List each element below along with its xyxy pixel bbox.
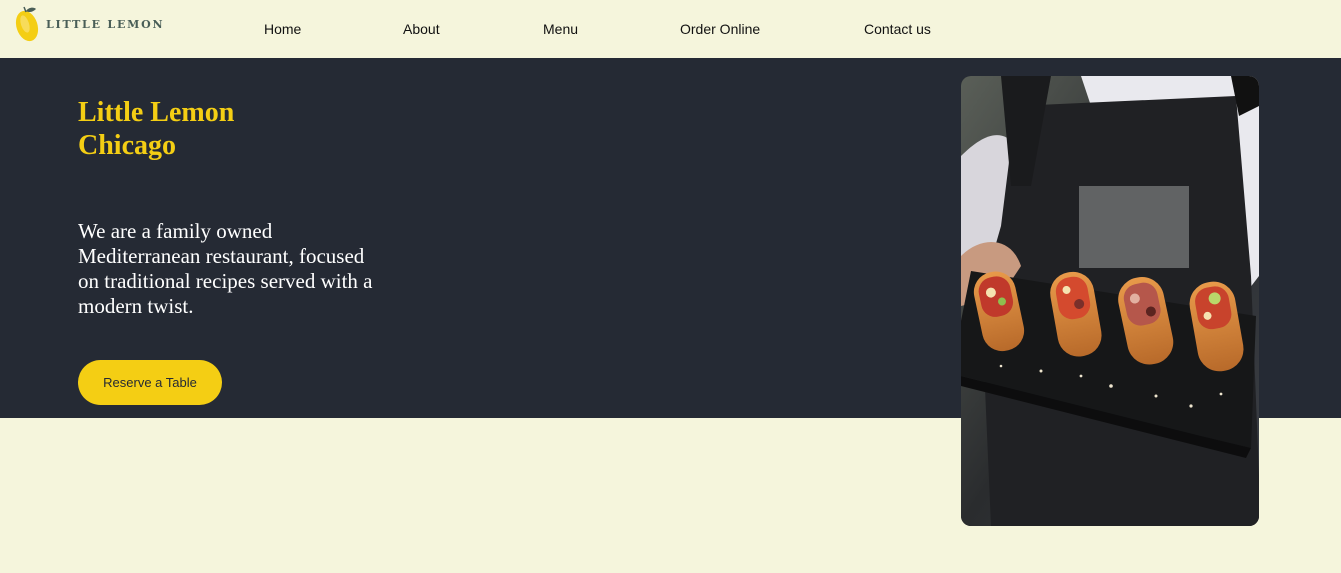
hero-title-restaurant: Little Lemon — [78, 97, 235, 128]
nav-about-link[interactable]: About — [403, 21, 440, 37]
nav-contact-us-link[interactable]: Contact us — [864, 21, 931, 37]
nav-order-online-link[interactable]: Order Online — [680, 21, 760, 37]
brand-name: LITTLE LEMON — [46, 17, 165, 31]
site-header: LITTLE LEMON Home About Menu Order Onlin… — [0, 0, 1341, 58]
nav-home-link[interactable]: Home — [264, 21, 301, 37]
hero-food-image — [961, 76, 1259, 526]
hero-title-city: Chicago — [78, 130, 176, 161]
lemon-icon — [15, 6, 39, 42]
logo[interactable]: LITTLE LEMON — [14, 4, 164, 44]
nav-menu-link[interactable]: Menu — [543, 21, 578, 37]
hero-title: Little Lemon Chicago — [78, 96, 318, 162]
hero-description: We are a family owned Mediterranean rest… — [78, 219, 373, 318]
reserve-table-button[interactable]: Reserve a Table — [78, 360, 222, 405]
